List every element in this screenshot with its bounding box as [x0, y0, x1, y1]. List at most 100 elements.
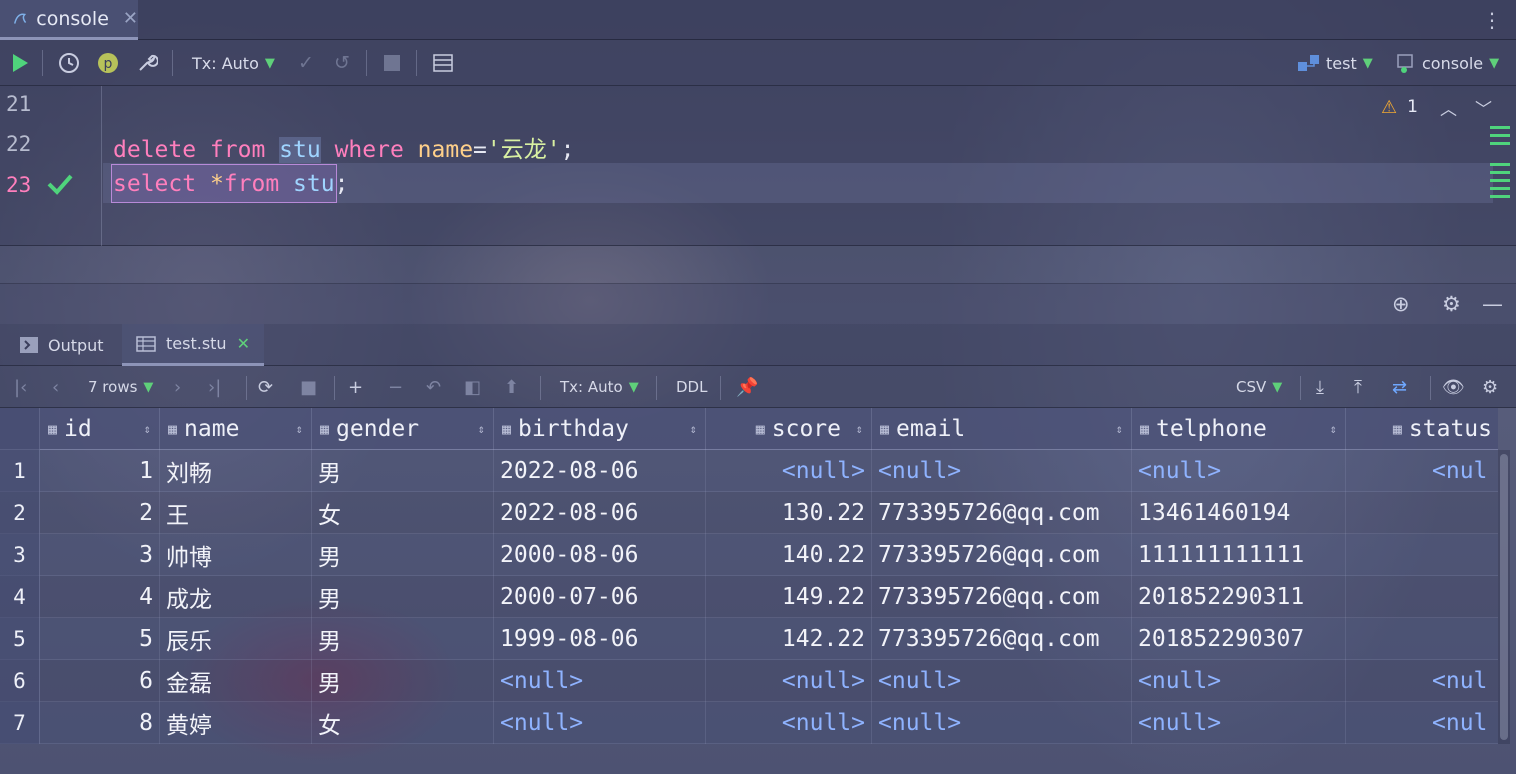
upload-icon[interactable]: ⤒: [1354, 366, 1362, 408]
submit-icon[interactable]: ⬆: [504, 366, 519, 408]
cell-birthday[interactable]: 2022-08-06: [494, 492, 706, 534]
vertical-scrollbar[interactable]: [1498, 450, 1510, 744]
cell-telphone[interactable]: 201852290307: [1132, 618, 1346, 660]
cell-telphone[interactable]: <null>: [1132, 702, 1346, 744]
next-page-icon[interactable]: ›: [174, 366, 181, 408]
cell-gender[interactable]: 女: [312, 492, 494, 534]
cell-telphone[interactable]: 201852290311: [1132, 576, 1346, 618]
delete-row-icon[interactable]: −: [388, 366, 403, 408]
sort-icon[interactable]: ⇕: [1330, 422, 1337, 436]
cell-score[interactable]: <null>: [706, 450, 872, 492]
chevron-down-icon[interactable]: ﹀: [1475, 95, 1492, 120]
commit-icon[interactable]: ✓: [292, 40, 320, 86]
cell-birthday[interactable]: 2022-08-06: [494, 450, 706, 492]
code-line-23[interactable]: select *from stu;: [113, 171, 348, 197]
cell-telphone[interactable]: <null>: [1132, 660, 1346, 702]
cell-gender[interactable]: 男: [312, 660, 494, 702]
row-number[interactable]: 2: [0, 492, 40, 534]
column-header-name[interactable]: ▦ name ⇕: [160, 408, 312, 450]
first-page-icon[interactable]: |‹: [14, 366, 27, 408]
column-header-email[interactable]: ▦ email ⇕: [872, 408, 1132, 450]
sort-icon[interactable]: ⇕: [856, 422, 863, 436]
ddl-button[interactable]: DDL: [676, 366, 707, 408]
add-row-icon[interactable]: +: [348, 366, 363, 408]
cell-status[interactable]: <nul: [1346, 702, 1498, 744]
export-format-dropdown[interactable]: CSV ▼: [1236, 366, 1282, 408]
cell-score[interactable]: 130.22: [706, 492, 872, 534]
preview-changes-icon[interactable]: ◧: [464, 366, 481, 408]
previous-page-icon[interactable]: ‹: [52, 366, 59, 408]
column-header-telphone[interactable]: ▦ telphone ⇕: [1132, 408, 1346, 450]
cell-score[interactable]: 149.22: [706, 576, 872, 618]
history-icon[interactable]: [54, 40, 84, 86]
parameters-icon[interactable]: p: [94, 40, 122, 86]
rollback-icon[interactable]: ↺: [328, 40, 356, 86]
result-tx-mode-dropdown[interactable]: Tx: Auto ▼: [560, 366, 639, 408]
table-row[interactable]: 1 1 刘畅 男 2022-08-06 <null> <null> <null>…: [0, 450, 1498, 492]
cell-status[interactable]: [1346, 492, 1498, 534]
table-row[interactable]: 6 6 金磊 男 <null> <null> <null> <null> <nu…: [0, 660, 1498, 702]
download-icon[interactable]: ⤓: [1316, 366, 1324, 408]
chevron-up-icon[interactable]: ︿: [1440, 95, 1457, 120]
cell-gender[interactable]: 男: [312, 450, 494, 492]
stop-icon[interactable]: ■: [300, 366, 317, 408]
cell-id[interactable]: 2: [40, 492, 160, 534]
cell-id[interactable]: 1: [40, 450, 160, 492]
cell-birthday[interactable]: 1999-08-06: [494, 618, 706, 660]
cell-email[interactable]: 773395726@qq.com: [872, 618, 1132, 660]
table-view-icon[interactable]: [428, 40, 458, 86]
cell-status[interactable]: [1346, 576, 1498, 618]
sort-icon[interactable]: ⇕: [144, 422, 151, 436]
column-header-status[interactable]: ▦ status: [1346, 408, 1498, 450]
page-size-dropdown[interactable]: 7 rows ▼: [88, 366, 153, 408]
row-number[interactable]: 4: [0, 576, 40, 618]
cell-gender[interactable]: 男: [312, 576, 494, 618]
cell-birthday[interactable]: 2000-08-06: [494, 534, 706, 576]
cell-score[interactable]: 142.22: [706, 618, 872, 660]
cell-name[interactable]: 金磊: [160, 660, 312, 702]
run-icon[interactable]: [4, 40, 36, 86]
revert-icon[interactable]: ↶: [426, 366, 441, 408]
cell-score[interactable]: 140.22: [706, 534, 872, 576]
settings-gear-icon[interactable]: ⚙: [1482, 366, 1498, 408]
row-number[interactable]: 5: [0, 618, 40, 660]
sort-icon[interactable]: ⇕: [1116, 422, 1123, 436]
cell-id[interactable]: 4: [40, 576, 160, 618]
cell-status[interactable]: <nul: [1346, 450, 1498, 492]
cell-email[interactable]: <null>: [872, 450, 1132, 492]
close-icon[interactable]: ✕: [123, 8, 138, 29]
column-header-gender[interactable]: ▦ gender ⇕: [312, 408, 494, 450]
wrench-icon[interactable]: [132, 40, 162, 86]
tx-mode-dropdown[interactable]: Tx: Auto ▼: [192, 40, 282, 86]
cell-name[interactable]: 帅博: [160, 534, 312, 576]
more-options-icon[interactable]: ⋮: [1482, 8, 1502, 32]
cell-name[interactable]: 黄婷: [160, 702, 312, 744]
cell-gender[interactable]: 男: [312, 618, 494, 660]
cell-name[interactable]: 刘畅: [160, 450, 312, 492]
table-row[interactable]: 2 2 王 女 2022-08-06 130.22 773395726@qq.c…: [0, 492, 1498, 534]
cell-email[interactable]: <null>: [872, 702, 1132, 744]
column-header-id[interactable]: ▦ id ⇕: [40, 408, 160, 450]
compare-icon[interactable]: ⇄: [1392, 366, 1407, 408]
row-number[interactable]: 7: [0, 702, 40, 744]
cell-id[interactable]: 5: [40, 618, 160, 660]
row-number[interactable]: 1: [0, 450, 40, 492]
table-row[interactable]: 7 8 黄婷 女 <null> <null> <null> <null> <nu…: [0, 702, 1498, 744]
stop-icon[interactable]: [378, 40, 406, 86]
scrollbar-thumb[interactable]: [1500, 454, 1508, 740]
cell-name[interactable]: 王: [160, 492, 312, 534]
cell-birthday[interactable]: 2000-07-06: [494, 576, 706, 618]
tab-console[interactable]: console ✕: [0, 0, 138, 40]
cell-score[interactable]: <null>: [706, 660, 872, 702]
cell-email[interactable]: 773395726@qq.com: [872, 576, 1132, 618]
table-row[interactable]: 4 4 成龙 男 2000-07-06 149.22 773395726@qq.…: [0, 576, 1498, 618]
minimize-icon[interactable]: —: [1482, 292, 1503, 316]
cell-gender[interactable]: 男: [312, 534, 494, 576]
cell-status[interactable]: <nul: [1346, 660, 1498, 702]
sort-icon[interactable]: ⇕: [690, 422, 697, 436]
cell-score[interactable]: <null>: [706, 702, 872, 744]
cell-telphone[interactable]: <null>: [1132, 450, 1346, 492]
cell-name[interactable]: 辰乐: [160, 618, 312, 660]
target-icon[interactable]: ⊕: [1392, 292, 1410, 316]
cell-id[interactable]: 6: [40, 660, 160, 702]
